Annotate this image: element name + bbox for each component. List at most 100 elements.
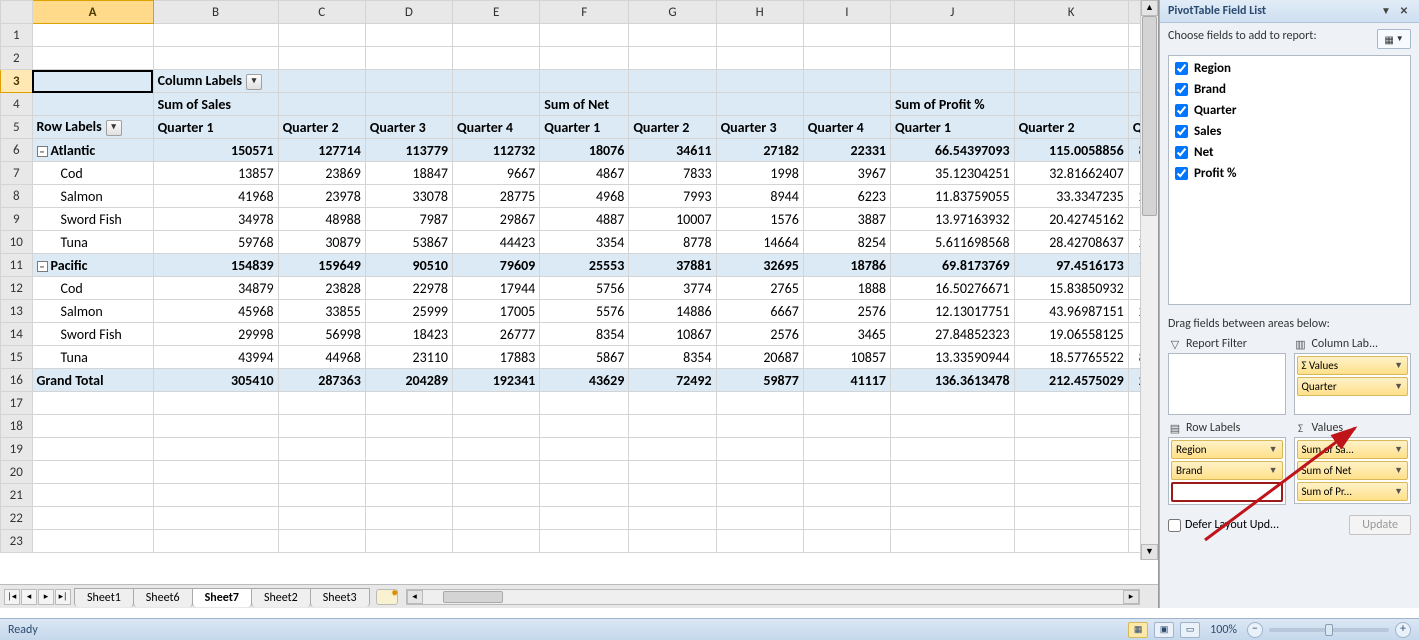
cell[interactable]: 12.13017751: [891, 300, 1015, 323]
update-button[interactable]: Update: [1349, 515, 1411, 535]
cell[interactable]: [716, 70, 803, 93]
cell[interactable]: [32, 507, 153, 530]
cell[interactable]: 3774: [629, 277, 716, 300]
cell[interactable]: 14886: [629, 300, 716, 323]
cell[interactable]: [629, 47, 716, 70]
cell[interactable]: 154839: [153, 254, 278, 277]
cell[interactable]: [1014, 507, 1128, 530]
field-item-Profit %[interactable]: Profit %: [1171, 163, 1408, 184]
row-header-1[interactable]: 1: [1, 24, 33, 47]
cell[interactable]: [803, 24, 890, 47]
field-checkbox[interactable]: [1175, 83, 1188, 96]
cell[interactable]: [891, 392, 1015, 415]
quarter-header[interactable]: Quarter 1: [891, 116, 1015, 139]
cell[interactable]: 10867: [629, 323, 716, 346]
cell[interactable]: [32, 93, 153, 116]
cell[interactable]: 41117: [803, 369, 890, 392]
cell[interactable]: [716, 484, 803, 507]
cell[interactable]: 17005: [453, 300, 540, 323]
cell[interactable]: [32, 47, 153, 70]
cell[interactable]: 56998: [278, 323, 365, 346]
area-values[interactable]: Sum of Sa...▼Sum of Net▼Sum of Pr...▼: [1294, 437, 1412, 504]
item-row[interactable]: Cod: [32, 162, 153, 185]
cell[interactable]: [629, 415, 716, 438]
cell[interactable]: [629, 530, 716, 553]
field-item-Sales[interactable]: Sales: [1171, 121, 1408, 142]
column-labels-dropdown[interactable]: ▾: [246, 74, 262, 90]
cell[interactable]: 3354: [540, 231, 629, 254]
cell[interactable]: [32, 438, 153, 461]
cell[interactable]: 26777: [453, 323, 540, 346]
cell[interactable]: [453, 438, 540, 461]
zoom-out-button[interactable]: −: [1247, 622, 1263, 638]
item-row[interactable]: Sword Fish: [32, 323, 153, 346]
cell[interactable]: 18.57765522: [1014, 346, 1128, 369]
cell[interactable]: [629, 484, 716, 507]
chip-dropdown-icon[interactable]: ▼: [1269, 444, 1278, 455]
cell[interactable]: 8944: [716, 185, 803, 208]
quarter-header[interactable]: Quarter 4: [453, 116, 540, 139]
cell-A3[interactable]: [32, 70, 153, 93]
column-labels-cell[interactable]: Column Labels▾: [153, 70, 278, 93]
cell[interactable]: [365, 507, 452, 530]
cell[interactable]: [278, 47, 365, 70]
cell[interactable]: 5.611698568: [891, 231, 1015, 254]
cell[interactable]: [453, 70, 540, 93]
cell[interactable]: 5867: [540, 346, 629, 369]
cell[interactable]: 13857: [153, 162, 278, 185]
cell[interactable]: 7987: [365, 208, 452, 231]
cell[interactable]: 43629: [540, 369, 629, 392]
row-header-10[interactable]: 10: [1, 231, 33, 254]
field-chip[interactable]: Brand▼: [1171, 461, 1283, 480]
cell[interactable]: 22331: [803, 139, 890, 162]
measure-header[interactable]: Sum of Net: [540, 93, 629, 116]
cell[interactable]: 90510: [365, 254, 452, 277]
cell[interactable]: 16.50276671: [891, 277, 1015, 300]
cell[interactable]: 53867: [365, 231, 452, 254]
col-header-F[interactable]: F: [540, 1, 629, 24]
cell[interactable]: 17883: [453, 346, 540, 369]
cell[interactable]: 44423: [453, 231, 540, 254]
cell[interactable]: 4867: [540, 162, 629, 185]
field-chip[interactable]: Quarter▼: [1297, 377, 1409, 396]
cell[interactable]: [153, 24, 278, 47]
row-header-22[interactable]: 22: [1, 507, 33, 530]
cell[interactable]: 29998: [153, 323, 278, 346]
row-header-17[interactable]: 17: [1, 392, 33, 415]
row-header-3[interactable]: 3: [1, 70, 33, 93]
field-chip[interactable]: Region▼: [1171, 440, 1283, 459]
insert-sheet-button[interactable]: [376, 589, 398, 605]
cell[interactable]: [32, 415, 153, 438]
cell[interactable]: [803, 93, 890, 116]
cell[interactable]: [1014, 93, 1128, 116]
cell[interactable]: 192341: [453, 369, 540, 392]
cell[interactable]: 17944: [453, 277, 540, 300]
row-header-11[interactable]: 11: [1, 254, 33, 277]
cell[interactable]: [153, 47, 278, 70]
tab-nav-last[interactable]: ▸|: [55, 589, 71, 605]
cell[interactable]: 30879: [278, 231, 365, 254]
cell[interactable]: [365, 415, 452, 438]
cell[interactable]: [891, 530, 1015, 553]
cell[interactable]: [716, 438, 803, 461]
item-row[interactable]: Cod: [32, 277, 153, 300]
sheet-tab-Sheet1[interactable]: Sheet1: [74, 588, 134, 607]
cell[interactable]: [153, 438, 278, 461]
cell[interactable]: [540, 70, 629, 93]
cell[interactable]: [716, 93, 803, 116]
cell[interactable]: [1014, 392, 1128, 415]
cell[interactable]: [803, 70, 890, 93]
field-checkbox[interactable]: [1175, 167, 1188, 180]
col-header-E[interactable]: E: [453, 1, 540, 24]
col-header-C[interactable]: C: [278, 1, 365, 24]
cell[interactable]: [453, 47, 540, 70]
field-chip[interactable]: Sum of Pr...▼: [1297, 482, 1409, 501]
field-chip[interactable]: Sum of Net▼: [1297, 461, 1409, 480]
cell[interactable]: [540, 507, 629, 530]
col-header-J[interactable]: J: [891, 1, 1015, 24]
area-column-labels[interactable]: Σ Values▼Quarter▼: [1294, 353, 1412, 415]
cell[interactable]: 23110: [365, 346, 452, 369]
view-page-break-button[interactable]: ▭: [1180, 622, 1200, 638]
cell[interactable]: [716, 415, 803, 438]
row-header-2[interactable]: 2: [1, 47, 33, 70]
